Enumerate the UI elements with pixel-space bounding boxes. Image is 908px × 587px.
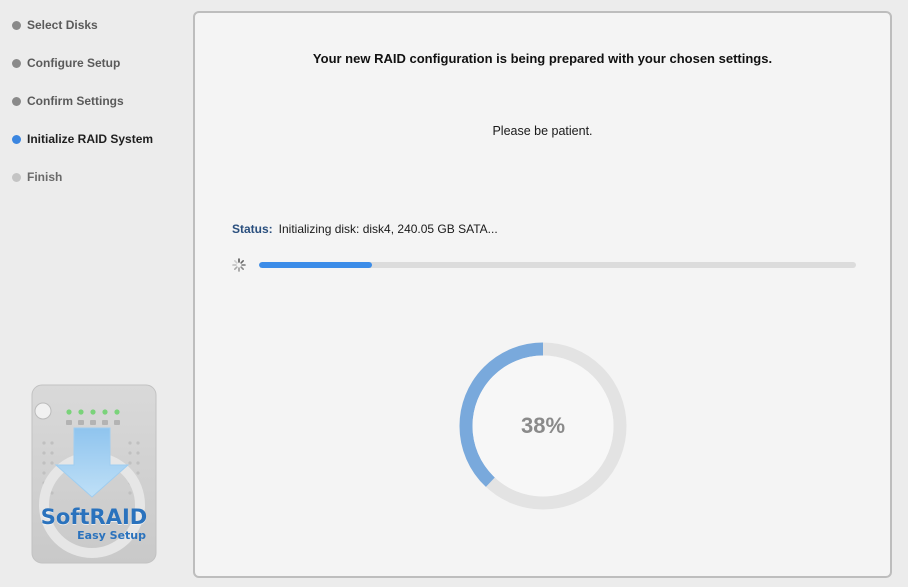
main-panel: Your new RAID configuration is being pre…: [193, 11, 892, 578]
activity-spinner-icon: [232, 258, 246, 272]
page-title: Your new RAID configuration is being pre…: [312, 51, 773, 66]
step-confirm-settings: Confirm Settings: [12, 92, 124, 110]
logo-wordmark: SoftRAID: [40, 505, 148, 529]
progress-ring: 38%: [456, 339, 630, 513]
progress-percent-label: 38%: [520, 413, 566, 438]
steps-sidebar: Select Disks Configure Setup Confirm Set…: [0, 0, 190, 587]
softraid-logo: SoftRAID Easy Setup: [30, 383, 158, 565]
progress-bar: [259, 262, 856, 268]
patience-message: Please be patient.: [492, 124, 593, 138]
step-label: Finish: [27, 170, 63, 184]
status-line: Status: Initializing disk: disk4, 240.05…: [232, 222, 498, 236]
step-initialize-raid-system: Initialize RAID System: [12, 130, 153, 148]
step-done-dot-icon: [12, 96, 21, 106]
step-label: Select Disks: [27, 18, 98, 32]
status-text: Initializing disk: disk4, 240.05 GB SATA…: [278, 222, 498, 236]
step-done-dot-icon: [12, 58, 21, 68]
step-finish: Finish: [12, 168, 62, 186]
progress-bar-fill: [259, 262, 373, 268]
step-done-dot-icon: [12, 20, 21, 30]
step-label: Initialize RAID System: [27, 132, 154, 146]
step-configure-setup: Configure Setup: [12, 54, 120, 72]
step-label: Confirm Settings: [27, 94, 124, 108]
step-current-dot-icon: [12, 134, 21, 144]
step-select-disks: Select Disks: [12, 16, 98, 34]
step-label: Configure Setup: [27, 56, 121, 70]
step-pending-dot-icon: [12, 172, 21, 182]
logo-subtitle: Easy Setup: [77, 529, 146, 542]
status-label: Status:: [232, 222, 273, 236]
